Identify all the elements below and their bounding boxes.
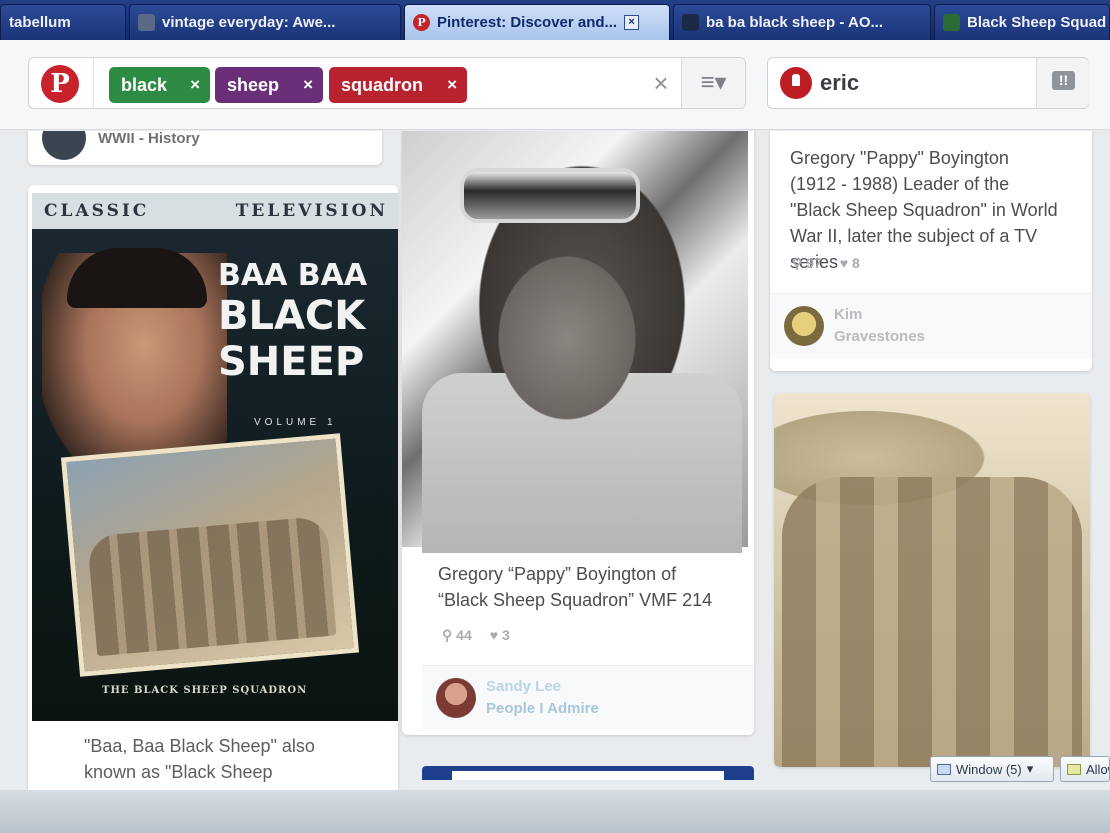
profile-name[interactable]: eric	[820, 70, 859, 96]
site-favicon-icon	[138, 14, 155, 31]
tab-vintage-everyday[interactable]: vintage everyday: Awe...	[129, 4, 401, 40]
tab-close-icon[interactable]: ×	[624, 15, 640, 30]
board-name[interactable]: Gravestones	[834, 326, 925, 348]
actor-hair	[67, 248, 207, 308]
pin-description: Gregory “Pappy” Boyington of “Black Shee…	[438, 564, 713, 610]
chip-label: sheep	[227, 74, 280, 95]
attribution-text: Kim Gravestones	[834, 304, 925, 348]
squadron-members	[86, 515, 337, 657]
horizontal-scrollbar[interactable]	[422, 766, 754, 780]
repin-count: ⚲ 97	[792, 255, 822, 271]
profile-bar[interactable]: eric !!	[767, 57, 1089, 109]
dvd-title: BAA BAA BLACK SHEEP	[218, 258, 368, 386]
repin-icon: ⚲	[442, 627, 453, 643]
search-bar[interactable]: P black × sheep × squadron × × ≡▾	[28, 57, 746, 109]
remove-chip-icon[interactable]: ×	[190, 75, 200, 95]
pinner-name[interactable]: Sandy Lee	[486, 676, 599, 698]
like-count: ♥ 8	[839, 255, 860, 271]
notifications-button[interactable]: !!	[1036, 58, 1089, 108]
like-count: ♥ 3	[489, 627, 510, 643]
tab-label: Pinterest: Discover and...	[437, 14, 618, 31]
notification-bubble-icon: !!	[1052, 71, 1075, 90]
dvd-volume: VOLUME 1	[254, 417, 337, 428]
pin-stats: ⚲ 97 ♥ 8	[776, 255, 876, 272]
squadron-photo	[60, 433, 360, 677]
folder-icon	[1067, 763, 1081, 775]
board-card[interactable]: WWII - History	[28, 131, 382, 165]
dvd-title-line: BLACK	[218, 293, 366, 339]
pin-grid: WWII - History CLASSIC TELEVISION BAA BA…	[0, 131, 1110, 831]
divider	[93, 58, 94, 108]
search-chip-sheep[interactable]: sheep ×	[215, 67, 323, 103]
dvd-footer: THE BLACK SHEEP SQUADRON	[102, 685, 308, 696]
repin-icon: ⚲	[792, 255, 803, 271]
dvd-cover-image[interactable]: CLASSIC TELEVISION BAA BAA BLACK SHEEP V…	[32, 193, 398, 721]
browser-tab-strip: tabellum vintage everyday: Awe... P Pint…	[0, 0, 1110, 40]
taskbar	[0, 790, 1110, 833]
remove-chip-icon[interactable]: ×	[303, 75, 313, 95]
repin-count: ⚲ 44	[442, 627, 472, 643]
remove-chip-icon[interactable]: ×	[447, 75, 457, 95]
search-chip-squadron[interactable]: squadron ×	[329, 67, 467, 103]
pin-attribution[interactable]: Kim Gravestones	[770, 293, 1092, 358]
chip-label: black	[121, 74, 168, 95]
pinterest-favicon-icon: P	[413, 14, 430, 31]
pilot-photo[interactable]	[402, 131, 748, 553]
board-name[interactable]: People I Admire	[486, 698, 599, 720]
pinterest-header: P black × sheep × squadron × × ≡▾ eric !…	[0, 40, 1110, 130]
dvd-title-line: SHEEP	[218, 339, 365, 385]
dvd-banner-right: TELEVISION	[235, 201, 388, 221]
tab-label: Black Sheep Squad	[967, 14, 1107, 31]
clear-search-icon[interactable]: ×	[646, 68, 676, 98]
pilot-group	[782, 477, 1082, 767]
avatar[interactable]	[780, 67, 812, 99]
chevron-down-icon: ▾	[1026, 761, 1034, 776]
pin-stats: ⚲ 44 ♥ 3	[426, 627, 526, 644]
window-icon	[937, 763, 951, 775]
allow-button[interactable]: Allow	[1060, 756, 1110, 782]
goggles	[460, 168, 640, 223]
pin-card-boyington-text[interactable]: Gregory "Pappy" Boyington (1912 - 1988) …	[770, 131, 1092, 371]
window-list-button[interactable]: Window (5) ▾	[930, 756, 1054, 782]
pin-card-pappy[interactable]: Gregory “Pappy” Boyington of “Black Shee…	[402, 131, 754, 735]
tab-label: tabellum	[9, 14, 71, 31]
menu-button[interactable]: ≡▾	[681, 58, 745, 108]
avatar[interactable]	[784, 306, 824, 346]
dvd-banner-left: CLASSIC	[44, 201, 150, 221]
pinterest-logo-icon[interactable]: P	[41, 65, 79, 103]
pin-card-squadron-photo[interactable]	[774, 393, 1090, 767]
pilot-face	[487, 243, 647, 433]
attribution-text: Sandy Lee People I Admire	[486, 676, 599, 720]
search-chip-black[interactable]: black ×	[109, 67, 210, 103]
pin-card-dvd[interactable]: CLASSIC TELEVISION BAA BAA BLACK SHEEP V…	[28, 185, 398, 831]
site-favicon-icon	[943, 14, 960, 31]
allow-button-label: Allow	[1086, 761, 1109, 777]
tab-aol-search[interactable]: ba ba black sheep - AO...	[673, 4, 931, 40]
tab-black-sheep-squad[interactable]: Black Sheep Squad	[934, 4, 1110, 40]
board-name[interactable]: WWII - History	[98, 131, 200, 147]
dvd-banner: CLASSIC TELEVISION	[32, 193, 398, 229]
window-button-label: Window (5)	[956, 761, 1022, 777]
chip-label: squadron	[341, 74, 424, 95]
tab-tabellum[interactable]: tabellum	[0, 4, 126, 40]
tab-label: vintage everyday: Awe...	[162, 14, 336, 31]
tab-pinterest[interactable]: P Pinterest: Discover and... ×	[404, 4, 670, 40]
avatar[interactable]	[436, 678, 476, 718]
heart-icon: ♥	[839, 255, 849, 271]
pin-attribution[interactable]: Sandy Lee People I Admire	[422, 665, 754, 730]
squadron-group-photo[interactable]	[774, 393, 1090, 767]
dvd-title-line: BAA BAA	[218, 258, 368, 293]
aol-favicon-icon	[682, 14, 699, 31]
board-avatar	[42, 131, 86, 160]
pinner-name[interactable]: Kim	[834, 304, 925, 326]
heart-icon: ♥	[489, 627, 499, 643]
tab-label: ba ba black sheep - AO...	[706, 14, 883, 31]
